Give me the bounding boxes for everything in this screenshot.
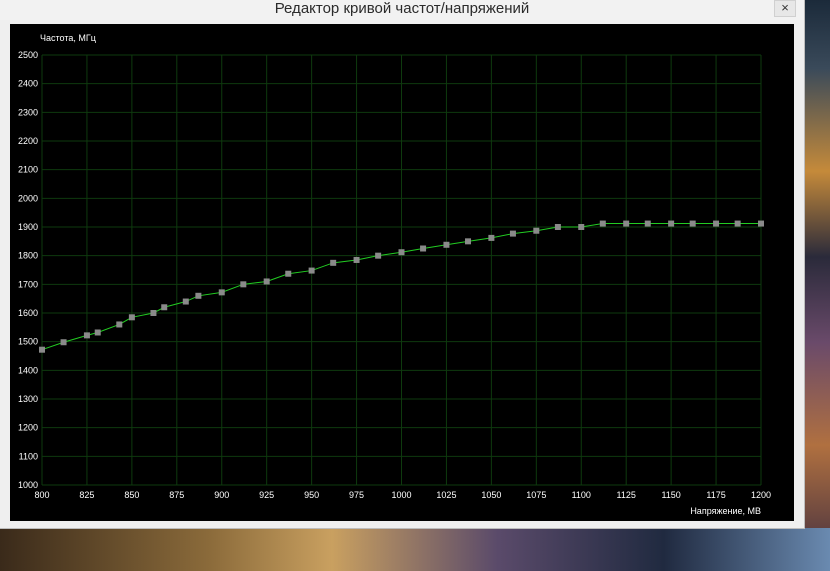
curve-point[interactable]: [644, 220, 651, 227]
curve-point[interactable]: [758, 220, 764, 227]
voltage-frequency-chart[interactable]: 800 825 850 875 900 925 950 975 1000 1025 1050 1075…: [10, 24, 794, 521]
x-tick-label: 1175: [706, 490, 725, 500]
curve-point[interactable]: [668, 220, 675, 227]
x-tick-label: 825: [79, 490, 94, 500]
x-tick-label: 1150: [661, 490, 680, 500]
x-tick-label: 900: [214, 490, 229, 500]
x-tick-label: 1200: [751, 490, 771, 500]
curve-point[interactable]: [554, 224, 561, 230]
x-tick-label: 975: [349, 490, 364, 500]
curve-point[interactable]: [60, 339, 67, 346]
curve-point[interactable]: [116, 321, 123, 328]
curve-point[interactable]: [150, 310, 157, 316]
y-tick-label: 2100: [18, 165, 38, 175]
x-tick-label: 1000: [391, 490, 411, 500]
x-tick-label: 1100: [572, 490, 591, 500]
y-tick-label: 1300: [18, 394, 38, 404]
x-tick-label: 800: [34, 490, 49, 500]
curve-point[interactable]: [734, 220, 741, 227]
curve-point[interactable]: [128, 314, 135, 321]
curve-point[interactable]: [488, 234, 495, 241]
curve-point[interactable]: [285, 270, 292, 277]
desktop-background-bottom: [0, 528, 830, 571]
curve-point[interactable]: [195, 292, 202, 299]
y-tick-label: 2300: [18, 107, 38, 117]
y-tick-label: 1400: [18, 365, 38, 375]
window-title: Редактор кривой частот/напряжений: [274, 0, 530, 17]
curve-point[interactable]: [465, 238, 472, 245]
curve-point[interactable]: [509, 230, 516, 237]
curve-point[interactable]: [330, 259, 337, 266]
curve-point[interactable]: [218, 289, 225, 296]
x-tick-label: 1050: [481, 490, 501, 500]
curve-point[interactable]: [443, 241, 450, 248]
y-tick-label: 2000: [18, 193, 38, 203]
curve-point[interactable]: [375, 252, 382, 259]
y-tick-label: 1600: [18, 308, 38, 318]
curve-point[interactable]: [533, 227, 540, 234]
chart-area[interactable]: 800 825 850 875 900 925 950 975 1000 1025 1050 1075…: [10, 24, 794, 521]
window-titlebar[interactable]: Редактор кривой частот/напряжений ×: [0, 0, 804, 20]
x-tick-label: 875: [169, 490, 184, 500]
curve-point[interactable]: [161, 304, 168, 311]
curve-point[interactable]: [398, 249, 405, 256]
curve-point[interactable]: [39, 346, 45, 353]
curve-point[interactable]: [263, 278, 270, 285]
desktop-background-right: [804, 0, 830, 571]
y-tick-label: 1800: [18, 251, 38, 261]
close-button[interactable]: ×: [774, 0, 796, 17]
y-tick-label: 1700: [18, 279, 38, 289]
y-tick-label: 1000: [18, 480, 38, 490]
x-tick-label: 1025: [436, 490, 456, 500]
curve-point[interactable]: [83, 332, 90, 339]
x-tick-label: 1075: [526, 490, 546, 500]
curve-point[interactable]: [713, 220, 720, 227]
x-tick-label: 1125: [617, 490, 636, 500]
curve-point[interactable]: [94, 329, 101, 336]
x-tick-label: 925: [259, 490, 274, 500]
curve-point[interactable]: [599, 220, 606, 227]
y-tick-label: 1500: [18, 337, 38, 347]
curve-point[interactable]: [353, 256, 360, 263]
curve-point[interactable]: [182, 298, 189, 305]
y-tick-label: 2500: [18, 50, 38, 60]
curve-point[interactable]: [623, 220, 630, 227]
y-tick-label: 2200: [18, 136, 38, 146]
curve-point[interactable]: [420, 245, 427, 252]
y-tick-label: 1100: [19, 451, 38, 461]
x-tick-label: 850: [124, 490, 139, 500]
curve-point[interactable]: [578, 224, 585, 230]
y-tick-label: 1900: [18, 222, 38, 232]
curve-point[interactable]: [689, 220, 696, 227]
curve-editor-window: Редактор кривой частот/напряжений × 800 8…: [0, 0, 804, 528]
x-axis-label: Напряжение, МВ: [690, 506, 761, 516]
y-tick-label: 2400: [18, 79, 38, 89]
x-tick-label: 950: [304, 490, 319, 500]
curve-point[interactable]: [240, 281, 247, 288]
curve-point[interactable]: [308, 267, 315, 274]
y-tick-label: 1200: [18, 423, 38, 433]
y-axis-label: Частота, МГц: [40, 33, 96, 43]
